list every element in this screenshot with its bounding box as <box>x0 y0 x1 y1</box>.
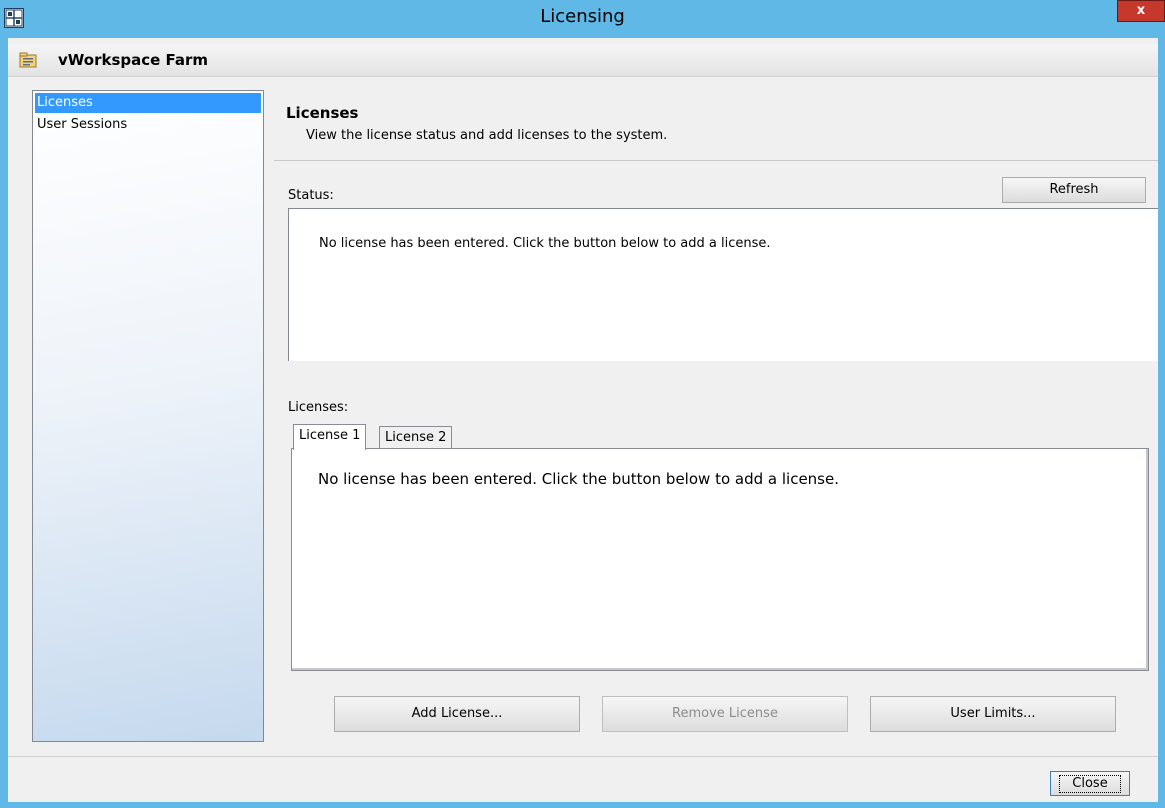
tab-license-2[interactable]: License 2 <box>379 426 453 450</box>
refresh-button[interactable]: Refresh <box>1002 177 1146 203</box>
nav-item-user-sessions[interactable]: User Sessions <box>35 115 261 135</box>
close-button[interactable]: Close <box>1050 771 1130 796</box>
user-limits-button[interactable]: User Limits... <box>870 696 1116 732</box>
header-strip: vWorkspace Farm <box>8 44 1158 77</box>
status-message: No license has been entered. Click the b… <box>319 236 771 251</box>
licensing-window: Licensing x vWorkspace Farm Licenses Use… <box>0 0 1165 808</box>
tab-license-1[interactable]: License 1 <box>293 424 367 450</box>
window-title: Licensing <box>540 6 625 27</box>
page-description: View the license status and add licenses… <box>306 128 668 143</box>
footer-divider <box>8 756 1158 757</box>
close-button-label: Close <box>1059 775 1121 793</box>
remove-license-button[interactable]: Remove License <box>602 696 848 732</box>
navigation-panel: Licenses User Sessions <box>32 90 264 742</box>
section-divider <box>274 160 1158 161</box>
client-area: vWorkspace Farm Licenses User Sessions L… <box>8 38 1158 802</box>
title-bar[interactable]: Licensing x <box>0 0 1165 38</box>
nav-item-licenses[interactable]: Licenses <box>35 93 261 113</box>
window-close-button[interactable]: x <box>1117 0 1165 22</box>
status-label: Status: <box>288 188 334 203</box>
farm-title: vWorkspace Farm <box>58 51 209 69</box>
folder-icon <box>19 52 37 68</box>
add-license-button[interactable]: Add License... <box>334 696 580 732</box>
license-message: No license has been entered. Click the b… <box>318 470 839 488</box>
licenses-label: Licenses: <box>288 400 349 415</box>
status-box: No license has been entered. Click the b… <box>288 208 1158 361</box>
license-panel: No license has been entered. Click the b… <box>291 448 1149 671</box>
page-title: Licenses <box>286 104 359 122</box>
